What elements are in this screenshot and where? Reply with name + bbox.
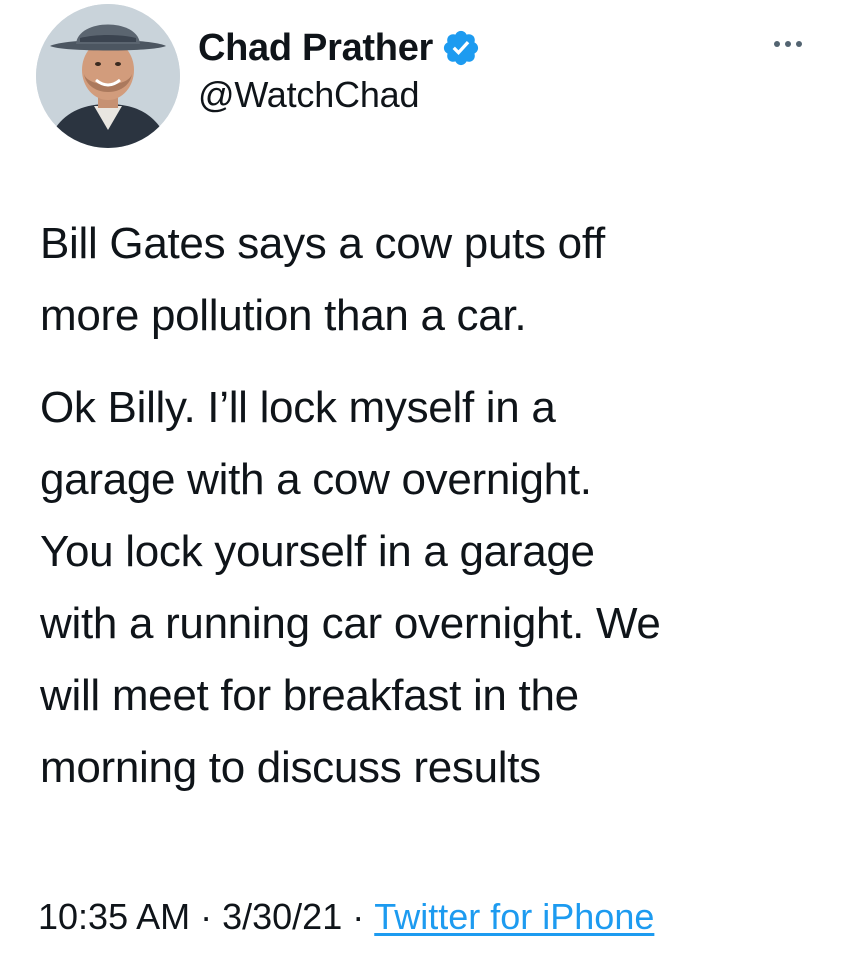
tweet-time[interactable]: 10:35 AM (38, 896, 190, 938)
tweet-date[interactable]: 3/30/21 (222, 896, 342, 938)
tweet-paragraph-1: Bill Gates says a cow puts off more poll… (40, 219, 605, 340)
display-name[interactable]: Chad Prather (198, 27, 433, 70)
user-handle[interactable]: @WatchChad (198, 74, 481, 116)
author-names: Chad Prather @WatchChad (198, 24, 481, 116)
more-dot (785, 41, 791, 47)
avatar[interactable] (36, 4, 180, 148)
tweet-paragraph-2: Ok Billy. I’ll lock myself in a garage w… (40, 383, 661, 792)
tweet: Chad Prather @WatchChad Bill Gates says … (0, 0, 843, 960)
more-dot (774, 41, 780, 47)
tweet-source-link[interactable]: Twitter for iPhone (374, 896, 654, 938)
verified-badge-icon (441, 28, 481, 68)
tweet-header: Chad Prather @WatchChad (36, 4, 816, 149)
display-name-row: Chad Prather (198, 24, 481, 72)
meta-separator: · (352, 896, 365, 937)
tweet-metadata: 10:35 AM · 3/30/21 · Twitter for iPhone (38, 896, 654, 938)
avatar-image (36, 4, 180, 148)
more-options-icon[interactable] (760, 32, 816, 56)
meta-separator: · (200, 896, 213, 937)
more-dot (796, 41, 802, 47)
tweet-text: Bill Gates says a cow puts off more poll… (40, 208, 820, 804)
